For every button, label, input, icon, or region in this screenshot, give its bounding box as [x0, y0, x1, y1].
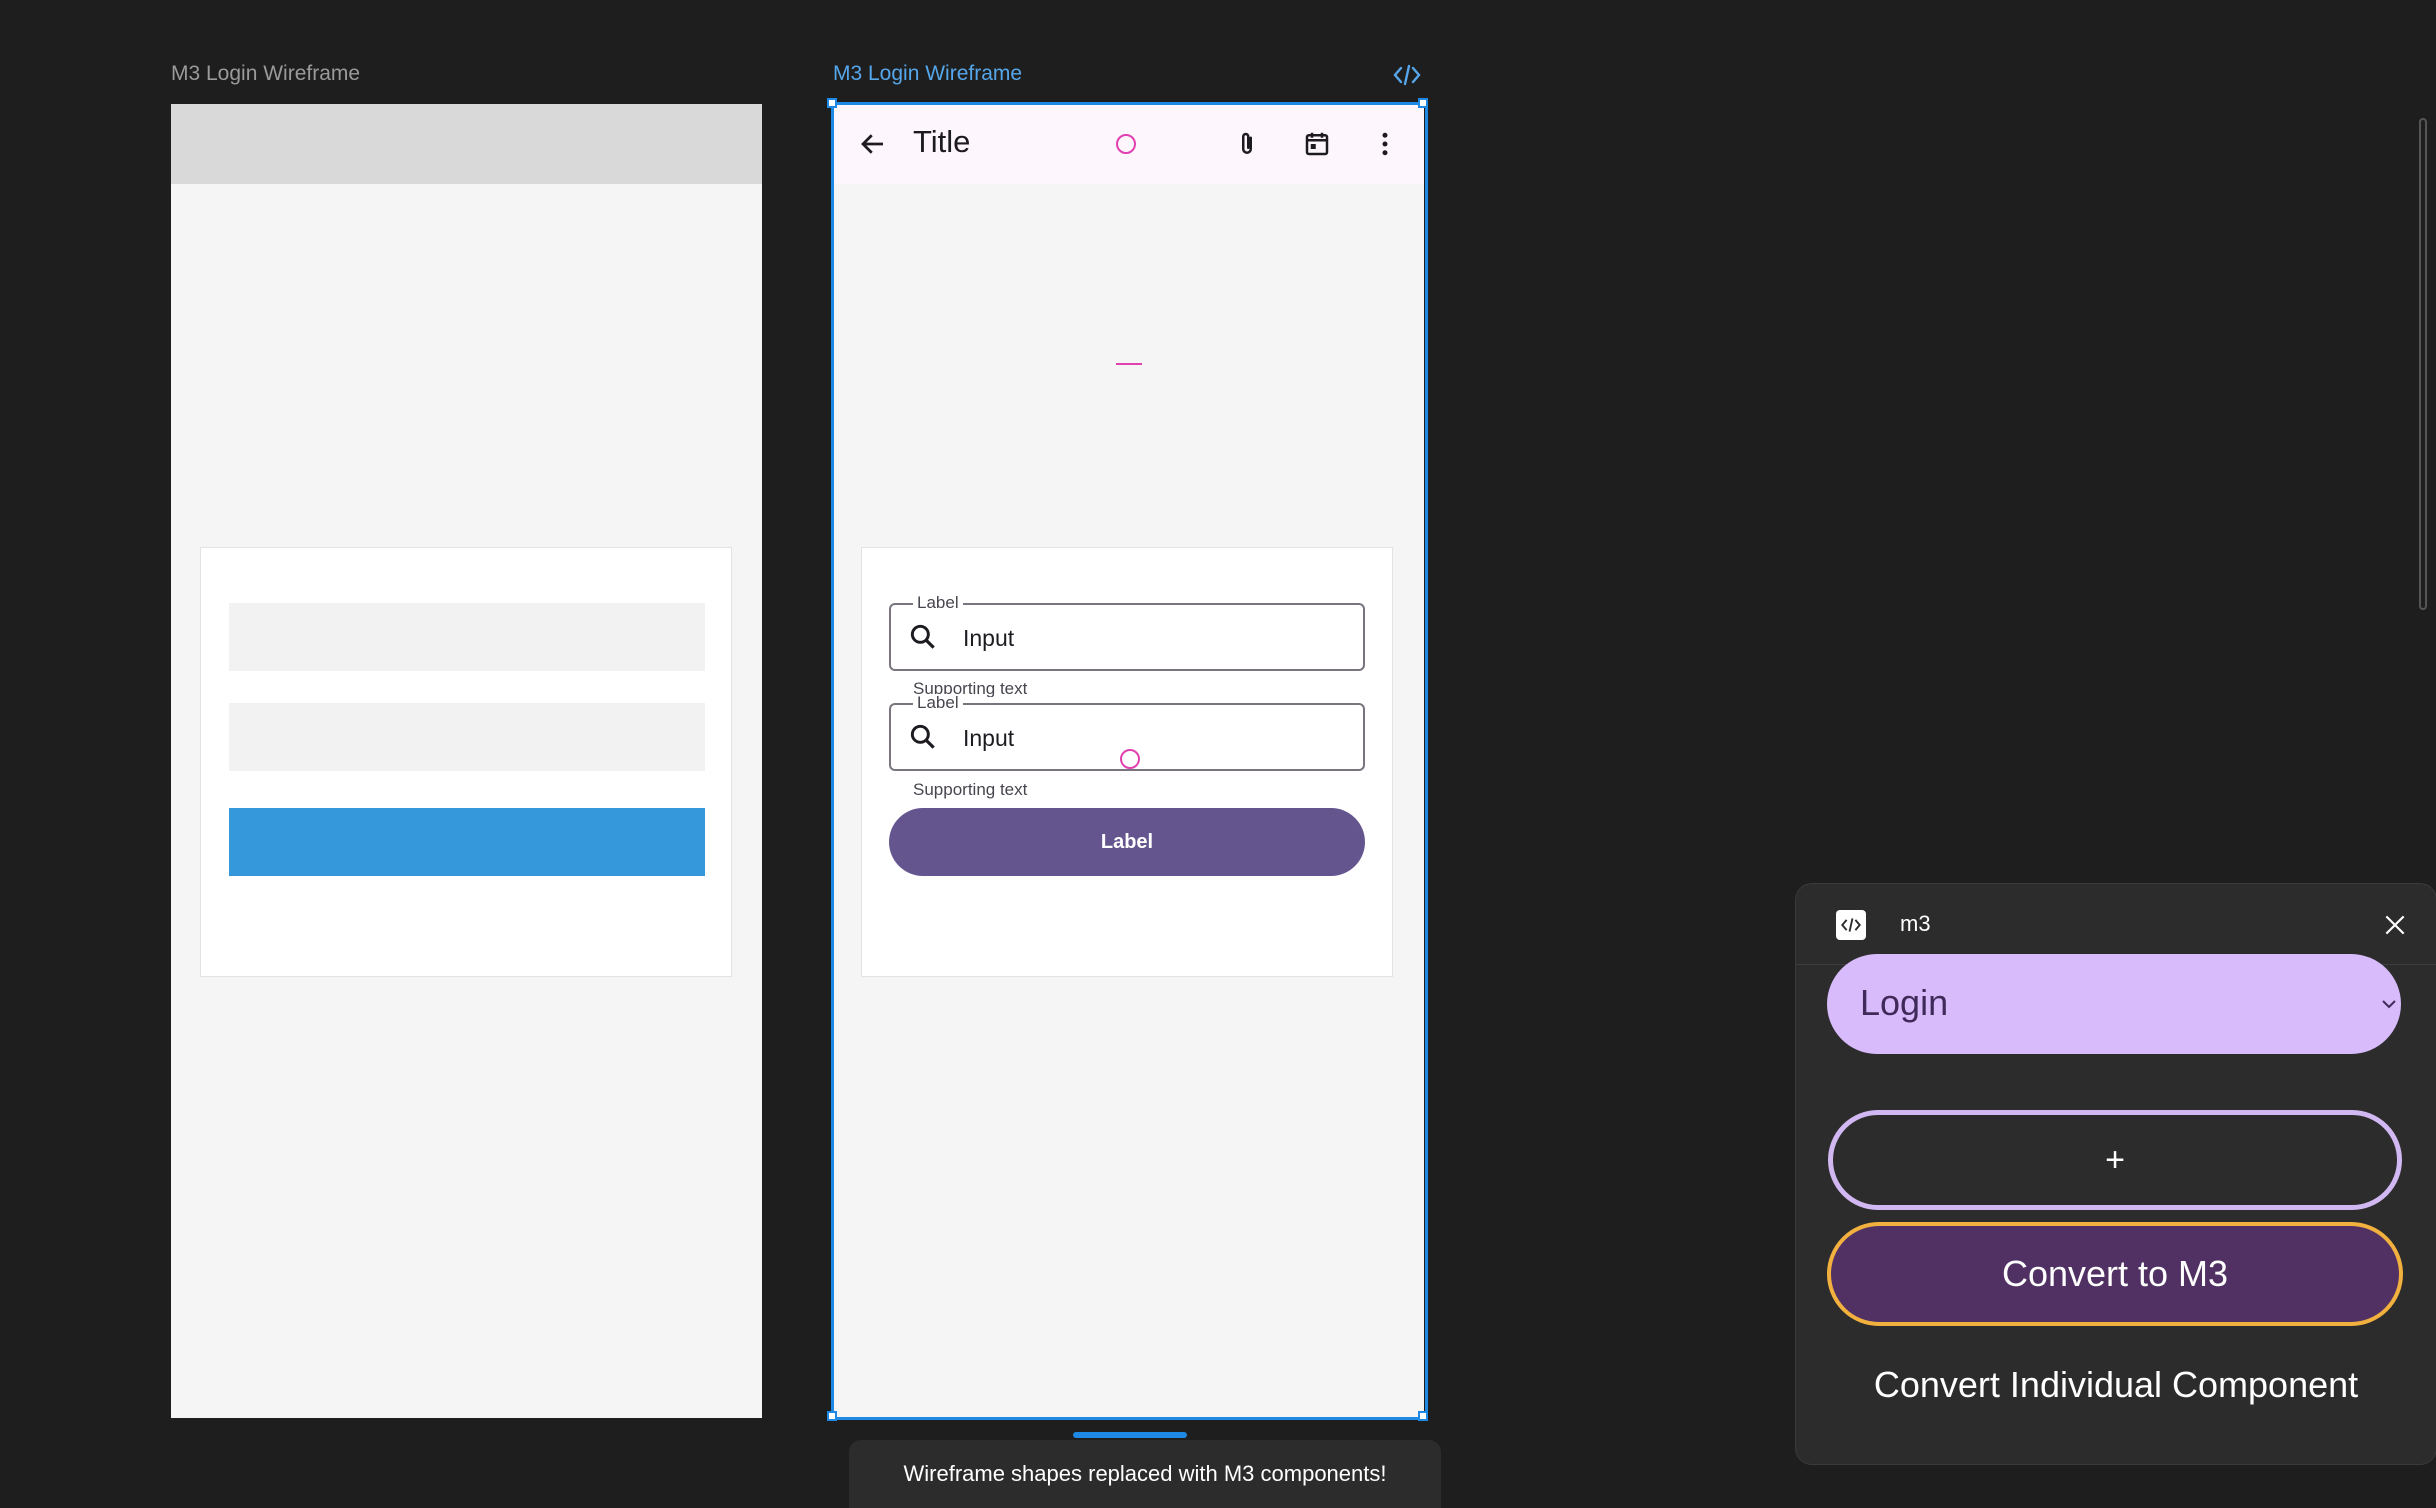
code-icon [1836, 910, 1866, 940]
select-value: Login [1860, 982, 1949, 1023]
component-select[interactable]: Login [1827, 954, 2401, 1054]
scrollbar[interactable] [2419, 118, 2427, 610]
wireframe-field-1 [229, 603, 705, 671]
resize-handle-top-right[interactable] [1418, 98, 1428, 108]
wireframe-card [200, 547, 732, 977]
wireframe-field-2 [229, 703, 705, 771]
wireframe-appbar [171, 104, 762, 184]
resize-handle-bottom-right[interactable] [1418, 1411, 1428, 1421]
panel-header: m3 [1796, 884, 2436, 965]
resize-handle-top-left[interactable] [827, 98, 837, 108]
convert-individual-link[interactable]: Convert Individual Component [1796, 1364, 2436, 1406]
add-button[interactable]: + [1828, 1110, 2402, 1210]
resize-handle-bottom-left[interactable] [827, 1411, 837, 1421]
code-icon[interactable] [1392, 62, 1422, 88]
right-frame-label[interactable]: M3 Login Wireframe [833, 62, 1022, 86]
wireframe-button [229, 808, 705, 876]
convert-to-m3-button[interactable]: Convert to M3 [1827, 1222, 2403, 1326]
chevron-down-icon [2377, 992, 2401, 1021]
toast-notification: Wireframe shapes replaced with M3 compon… [849, 1440, 1441, 1508]
left-wireframe-frame[interactable] [171, 104, 762, 1418]
left-frame-label[interactable]: M3 Login Wireframe [171, 62, 360, 86]
close-icon[interactable] [2380, 910, 2410, 940]
plugin-panel: m3 Login + Convert to M3 Convert Individ… [1796, 884, 2436, 1464]
plugin-name: m3 [1900, 911, 1931, 936]
selection-outline [831, 102, 1428, 1420]
frame-size-indicator [1073, 1432, 1187, 1438]
